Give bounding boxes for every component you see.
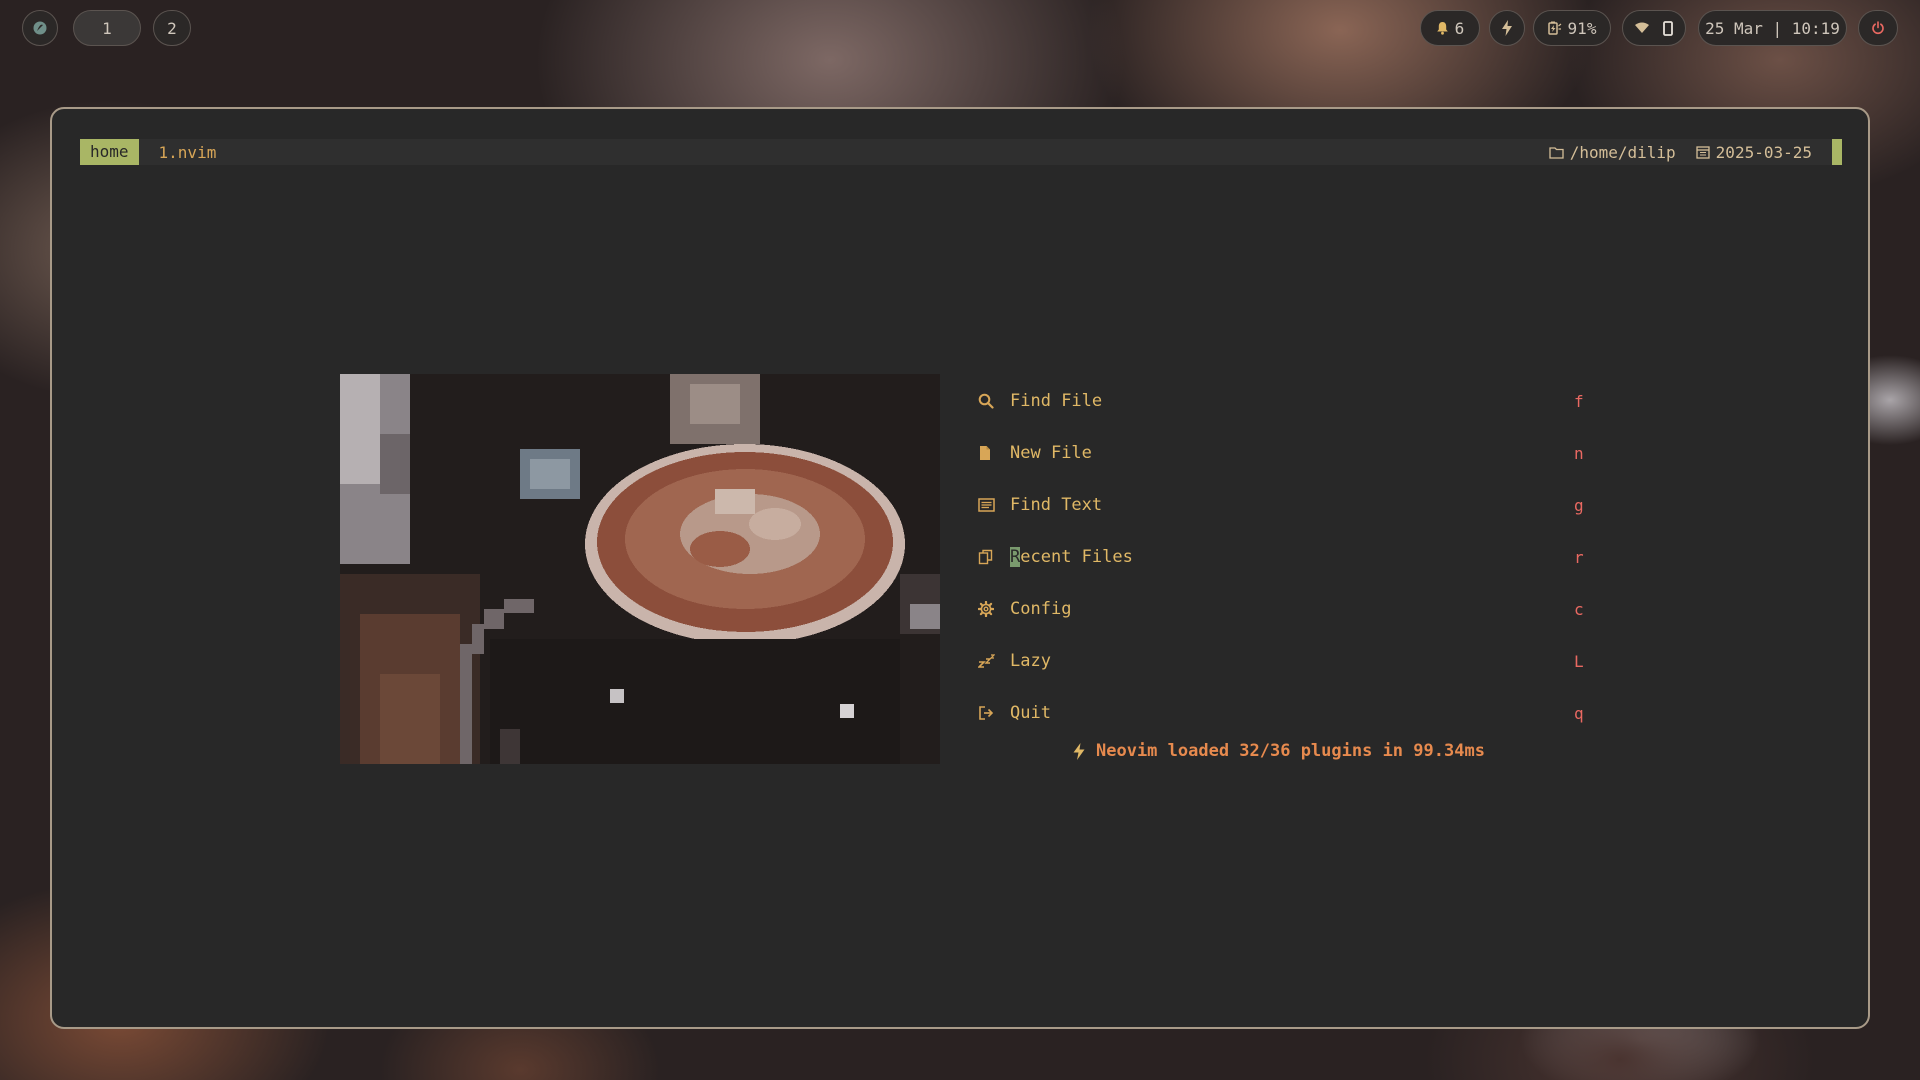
notifications-button[interactable]: 6 <box>1420 10 1480 46</box>
menu-item-label: New File <box>1010 443 1092 463</box>
wifi-icon <box>1635 22 1649 33</box>
file-icon <box>978 445 1010 461</box>
notification-count: 6 <box>1454 18 1465 38</box>
network-indicator[interactable] <box>1622 10 1686 46</box>
cursor-block: R <box>1010 547 1021 567</box>
phone-icon <box>1663 20 1673 36</box>
menu-item-label: Recent Files <box>1010 547 1133 567</box>
power-profile-button[interactable] <box>1489 10 1525 46</box>
menu-item-key: g <box>1574 495 1584 515</box>
menu-item-label: Find Text <box>1010 495 1103 515</box>
tab-file[interactable]: 1.nvim <box>159 143 217 162</box>
nvim-window[interactable]: home 1.nvim /home/dilip 2025-03-25 Find … <box>50 107 1870 1029</box>
menu-item-label: Quit <box>1010 703 1051 723</box>
menu-item-find-text[interactable]: Find Text g <box>978 479 1638 531</box>
workspace-1-button[interactable]: 1 <box>73 10 141 46</box>
menu-item-config[interactable]: Config c <box>978 583 1638 635</box>
menu-item-key: L <box>1574 651 1584 671</box>
startup-stats: Neovim loaded 32/36 plugins in 99.34ms <box>1072 741 1485 761</box>
calendar-icon <box>1696 146 1710 159</box>
arch-logo-icon <box>33 21 47 35</box>
workspace-2-button[interactable]: 2 <box>153 10 191 46</box>
logout-icon <box>978 705 1010 721</box>
text-search-icon <box>978 498 1010 512</box>
menu-item-label: Find File <box>1010 391 1103 411</box>
tabline: home 1.nvim /home/dilip 2025-03-25 <box>80 139 1842 165</box>
datetime-text: 25 Mar | 10:19 <box>1705 18 1840 38</box>
workspace-label: 1 <box>102 18 112 38</box>
workspace-label: 2 <box>167 18 177 38</box>
menu-item-find-file[interactable]: Find File f <box>978 375 1638 427</box>
battery-charging-icon <box>1547 21 1561 35</box>
menu-item-key: n <box>1574 443 1584 463</box>
lightning-icon <box>1502 20 1512 36</box>
dashboard-header-image <box>340 374 940 764</box>
date-text: 2025-03-25 <box>1715 142 1812 162</box>
menu-item-label: Config <box>1010 599 1072 619</box>
cwd-segment: /home/dilip <box>1549 143 1676 162</box>
copy-icon <box>978 549 1010 565</box>
gear-icon <box>978 601 1010 617</box>
launcher-button[interactable] <box>22 10 58 46</box>
dashboard-menu: Find File f New File n Find Text g Recen… <box>978 375 1638 739</box>
sleep-icon <box>978 654 1010 668</box>
tabline-status: /home/dilip 2025-03-25 <box>1549 139 1842 165</box>
latte-art-image <box>340 374 940 764</box>
tabline-cursor-block <box>1832 139 1842 165</box>
menu-item-quit[interactable]: Quit q <box>978 687 1638 739</box>
menu-item-new-file[interactable]: New File n <box>978 427 1638 479</box>
date-segment: 2025-03-25 <box>1696 143 1812 162</box>
startup-stats-text: Neovim loaded 32/36 plugins in 99.34ms <box>1096 741 1485 761</box>
lightning-icon <box>1073 742 1085 760</box>
power-icon <box>1872 21 1884 35</box>
menu-item-key: q <box>1574 703 1584 723</box>
clock-widget[interactable]: 25 Mar | 10:19 <box>1698 10 1847 46</box>
bell-icon <box>1436 22 1448 35</box>
folder-icon <box>1549 146 1564 159</box>
menu-item-label: Lazy <box>1010 651 1051 671</box>
power-button[interactable] <box>1858 10 1898 46</box>
menu-item-key: r <box>1574 547 1584 567</box>
menu-item-key: c <box>1574 599 1584 619</box>
tab-home[interactable]: home <box>80 139 139 165</box>
battery-percent: 91% <box>1567 18 1597 38</box>
menu-item-lazy[interactable]: Lazy L <box>978 635 1638 687</box>
search-icon <box>978 393 1010 409</box>
top-bar: 1 2 6 91% 25 Mar | 10:19 <box>0 0 1920 56</box>
menu-item-key: f <box>1574 391 1584 411</box>
menu-item-recent-files[interactable]: Recent Files r <box>978 531 1638 583</box>
battery-indicator[interactable]: 91% <box>1533 10 1611 46</box>
cwd-path: /home/dilip <box>1569 142 1676 162</box>
